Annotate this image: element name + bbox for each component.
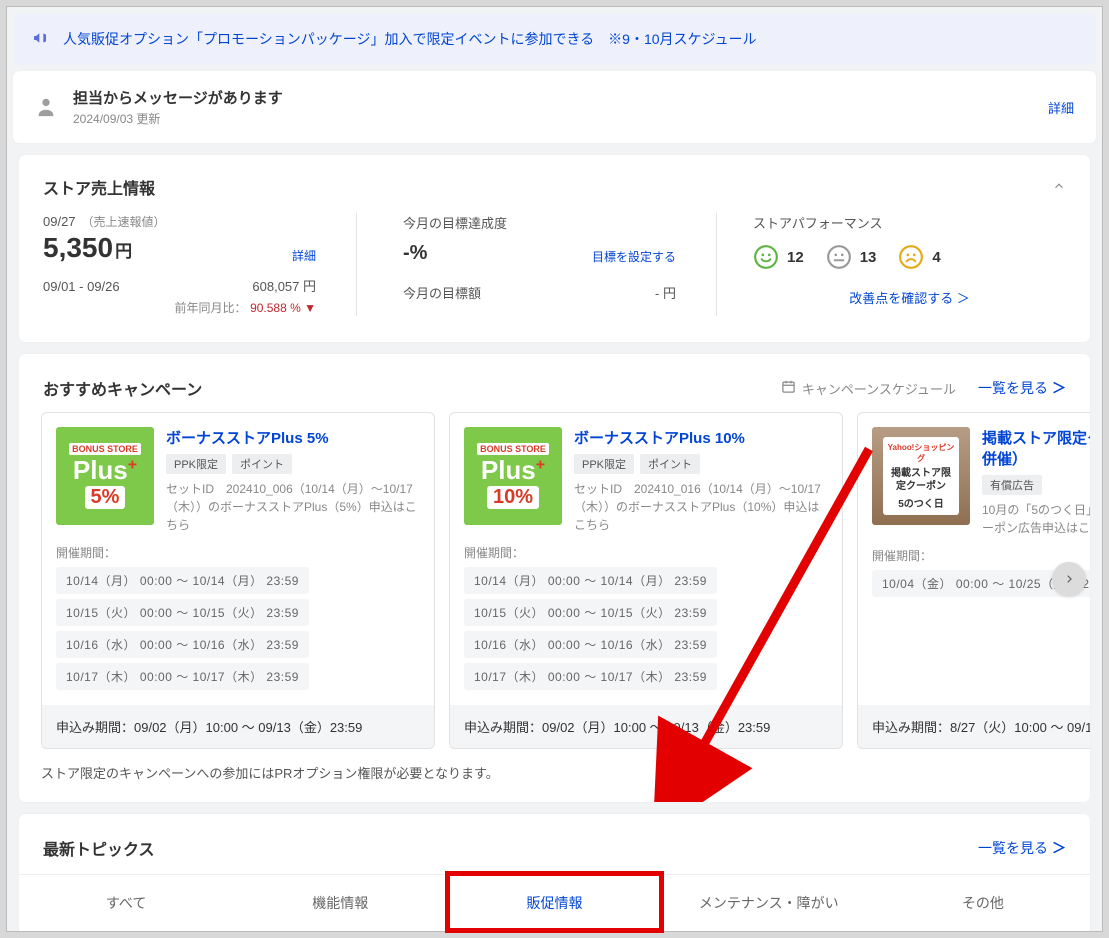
- promo-banner[interactable]: 人気販促オプション「プロモーションパッケージ」加入で限定イベントに参加できる ※…: [13, 13, 1096, 65]
- perf-bad-count: 4: [932, 249, 940, 266]
- campaign-title[interactable]: ボーナスストアPlus 10%: [574, 427, 828, 448]
- period-chip: 10/17（木） 00:00 ～ 10/17（木） 23:59: [56, 663, 309, 690]
- sales-title: ストア売上情報: [43, 175, 155, 199]
- campaign-tag: PPK限定: [166, 454, 226, 474]
- campaign-thumb: Yahoo!ショッピング掲載ストア限定クーポン5のつく日: [872, 427, 970, 525]
- period-label: 開催期間：: [56, 544, 420, 561]
- period-chip: 10/15（火） 00:00 ～ 10/15（火） 23:59: [464, 599, 717, 626]
- topics-tab[interactable]: 機能情報: [233, 875, 447, 931]
- collapse-icon[interactable]: [1052, 179, 1066, 196]
- store-sales-card: ストア売上情報 09/27 （売上速報値） 5,350 円 詳細: [19, 155, 1090, 342]
- calendar-icon: [781, 379, 796, 397]
- sales-range-value: 608,057 円: [252, 276, 316, 295]
- target-percent: -%: [403, 242, 427, 265]
- sales-date: 09/27: [43, 214, 76, 229]
- face-neutral: 13: [826, 244, 877, 270]
- period-chip: 10/14（月） 00:00 ～ 10/14（月） 23:59: [464, 567, 717, 594]
- period-chip: 10/16（水） 00:00 ～ 10/16（水） 23:59: [56, 631, 309, 658]
- campaigns-view-all[interactable]: 一覧を見る＞: [978, 378, 1066, 398]
- message-title: 担当からメッセージがあります: [73, 87, 1048, 108]
- topics-tab[interactable]: メンテナンス・障がい: [662, 875, 876, 931]
- target-amount-value: - 円: [655, 283, 676, 302]
- campaign-tag: ポイント: [232, 454, 292, 474]
- campaigns-title: おすすめキャンペーン: [43, 376, 202, 400]
- sales-yoy-value: 90.588 % ▼: [250, 301, 316, 315]
- sales-detail-link[interactable]: 詳細: [292, 247, 316, 264]
- campaign-tag: 有償広告: [982, 475, 1042, 495]
- perf-neutral-count: 13: [860, 249, 877, 266]
- sales-amount: 5,350: [43, 232, 113, 264]
- message-date: 2024/09/03 更新: [73, 110, 1048, 127]
- campaign-schedule-label: キャンペーンスケジュール: [802, 379, 956, 398]
- campaign-thumb: BONUS STOREPlus+5%: [56, 427, 154, 525]
- sales-date-suffix: （売上速報値）: [82, 213, 166, 230]
- campaign-title[interactable]: ボーナスストアPlus 5%: [166, 427, 420, 448]
- topics-card: 最新トピックス 一覧を見る＞ すべて機能情報販促情報メンテナンス・障がいその他: [19, 814, 1090, 931]
- campaign-tag: ポイント: [640, 454, 700, 474]
- sales-currency: 円: [115, 237, 132, 262]
- perf-good-count: 12: [787, 249, 804, 266]
- target-amount-label: 今月の目標額: [403, 283, 481, 302]
- campaign-desc: セットID 202410_016（10/14（月）～10/17（木））のボーナス…: [574, 480, 828, 534]
- campaign-desc: セットID 202410_006（10/14（月）～10/17（木））のボーナス…: [166, 480, 420, 534]
- improve-link[interactable]: 改善点を確認する ＞: [849, 288, 970, 307]
- message-detail-link[interactable]: 詳細: [1048, 98, 1074, 117]
- campaigns-card: おすすめキャンペーン キャンペーンスケジュール 一覧を見る＞ BONUS STO…: [19, 354, 1090, 802]
- campaign-card[interactable]: BONUS STOREPlus+10% ボーナスストアPlus 10% PPK限定ポ…: [449, 412, 843, 749]
- face-bad: 4: [898, 244, 940, 270]
- campaign-thumb: BONUS STOREPlus+10%: [464, 427, 562, 525]
- campaign-tag: PPK限定: [574, 454, 634, 474]
- topics-tab[interactable]: その他: [876, 875, 1090, 931]
- campaign-schedule-link[interactable]: キャンペーンスケジュール: [781, 379, 956, 398]
- sales-range: 09/01 - 09/26: [43, 279, 120, 294]
- campaigns-note: ストア限定のキャンペーンへの参加にはPRオプション権限が必要となります。: [19, 763, 1090, 802]
- target-title: 今月の目標達成度: [403, 213, 716, 232]
- set-target-link[interactable]: 目標を設定する: [592, 248, 676, 265]
- period-chip: 10/14（月） 00:00 ～ 10/14（月） 23:59: [56, 567, 309, 594]
- sales-yoy-label: 前年同月比：: [174, 301, 246, 315]
- performance-title: ストアパフォーマンス: [753, 213, 1066, 232]
- topics-tab[interactable]: すべて: [19, 875, 233, 931]
- period-chip: 10/16（水） 00:00 ～ 10/16（水） 23:59: [464, 631, 717, 658]
- person-icon: [35, 96, 57, 118]
- campaign-desc: 10月の「5のつく日」併催、掲載ストア限定クーポン広告申込はこちら: [982, 501, 1090, 537]
- megaphone-icon: [31, 30, 49, 49]
- apply-period: 申込み期間：09/02（月）10:00 ～ 09/13（金）23:59: [42, 705, 434, 748]
- face-good: 12: [753, 244, 804, 270]
- carousel-next-button[interactable]: [1052, 562, 1086, 596]
- period-label: 開催期間：: [464, 544, 828, 561]
- period-label: 開催期間：: [872, 547, 1090, 564]
- topics-title: 最新トピックス: [43, 836, 155, 860]
- campaign-title[interactable]: 掲載ストア限定クーポン（5のつく日併催）: [982, 427, 1090, 469]
- campaign-card[interactable]: BONUS STOREPlus+5% ボーナスストアPlus 5% PPK限定ポイン…: [41, 412, 435, 749]
- topics-tab[interactable]: 販促情報: [447, 875, 661, 931]
- apply-period: 申込み期間：8/27（火）10:00 ～ 09/1: [858, 705, 1090, 748]
- topics-view-all[interactable]: 一覧を見る＞: [978, 838, 1066, 858]
- promo-banner-text[interactable]: 人気販促オプション「プロモーションパッケージ」加入で限定イベントに参加できる ※…: [63, 29, 757, 49]
- period-chip: 10/17（木） 00:00 ～ 10/17（木） 23:59: [464, 663, 717, 690]
- period-chip: 10/15（火） 00:00 ～ 10/15（火） 23:59: [56, 599, 309, 626]
- message-card: 担当からメッセージがあります 2024/09/03 更新 詳細: [13, 71, 1096, 143]
- apply-period: 申込み期間：09/02（月）10:00 ～ 09/13（金）23:59: [450, 705, 842, 748]
